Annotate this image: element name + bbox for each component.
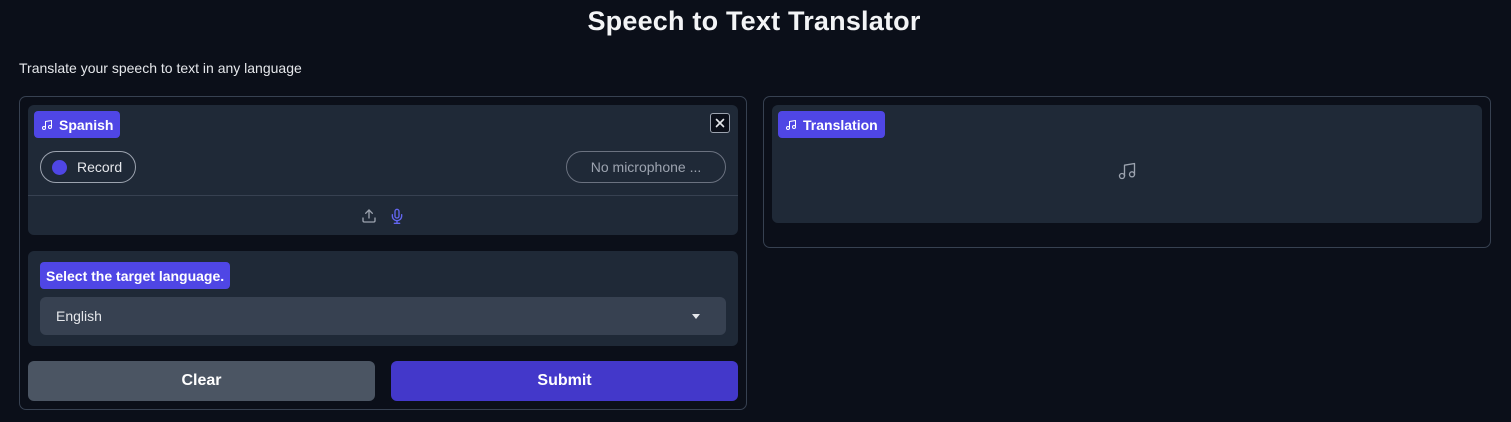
- input-panel: Spanish Record No microphone ... Select …: [19, 96, 747, 410]
- target-language-label-text: Select the target language.: [46, 267, 225, 284]
- target-language-label: Select the target language.: [40, 262, 231, 289]
- empty-audio-icon: [1117, 161, 1137, 181]
- music-note-icon: [786, 119, 796, 130]
- music-note-icon: [42, 119, 52, 130]
- audio-input-label-text: Spanish: [59, 116, 114, 133]
- microphone-select-value: No microphone ...: [590, 159, 702, 175]
- audio-output-label-text: Translation: [803, 116, 878, 133]
- target-language-value: English: [56, 308, 102, 324]
- upload-icon[interactable]: [361, 208, 377, 224]
- target-language-block: Select the target language. English: [28, 251, 738, 346]
- page-title: Speech to Text Translator: [587, 6, 921, 36]
- microphone-select[interactable]: No microphone ...: [566, 151, 726, 183]
- record-dot-icon: [52, 159, 67, 175]
- page-description: Translate your speech to text in any lan…: [19, 60, 302, 76]
- audio-source-selector: [28, 205, 738, 227]
- chevron-down-icon: [692, 314, 700, 319]
- clear-audio-button[interactable]: [710, 113, 730, 133]
- record-button[interactable]: Record: [40, 151, 136, 183]
- submit-button[interactable]: Submit: [391, 361, 738, 401]
- audio-input-label: Spanish: [34, 111, 121, 138]
- close-icon: [715, 118, 725, 128]
- record-button-label: Record: [77, 159, 123, 175]
- audio-input-block: Spanish Record No microphone ...: [28, 105, 738, 235]
- audio-output-label: Translation: [778, 111, 885, 138]
- output-panel: Translation: [763, 96, 1491, 248]
- target-language-dropdown[interactable]: English: [40, 297, 726, 335]
- clear-button[interactable]: Clear: [28, 361, 375, 401]
- audio-output-block: Translation: [772, 105, 1482, 223]
- audio-divider: [28, 195, 738, 196]
- microphone-icon[interactable]: [389, 207, 405, 225]
- music-note-icon: [1118, 162, 1136, 180]
